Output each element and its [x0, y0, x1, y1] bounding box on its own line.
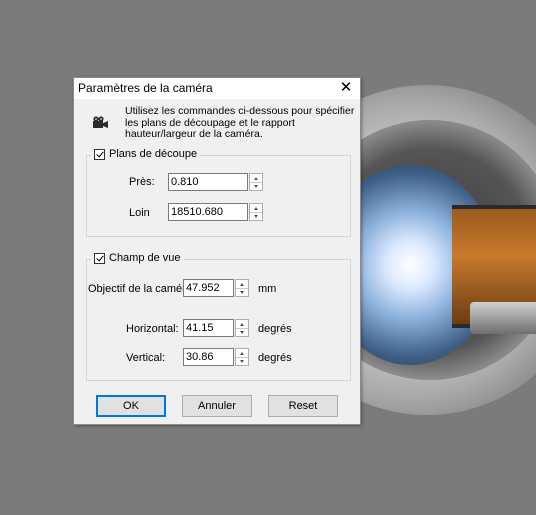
- close-icon[interactable]: ✕: [336, 78, 356, 98]
- arrow-down-icon: [254, 184, 258, 188]
- lens-input[interactable]: [184, 280, 233, 296]
- near-input[interactable]: [169, 174, 247, 190]
- vertical-spinner[interactable]: [235, 348, 249, 366]
- model-pipe: [470, 302, 536, 334]
- vertical-spin-down[interactable]: [236, 357, 248, 365]
- reset-button[interactable]: Reset: [268, 395, 338, 417]
- ok-button[interactable]: OK: [96, 395, 166, 417]
- horizontal-input[interactable]: [184, 320, 233, 336]
- horizontal-unit: degrés: [258, 323, 292, 335]
- arrow-up-icon: [240, 282, 244, 286]
- far-field[interactable]: [168, 203, 248, 221]
- vertical-input[interactable]: [184, 349, 233, 365]
- fov-group: Champ de vue Objectif de la caméra mm Ho…: [86, 252, 351, 381]
- arrow-down-icon: [240, 290, 244, 294]
- dialog-titlebar[interactable]: Paramètres de la caméra ✕: [74, 78, 360, 99]
- clipping-label: Plans de découpe: [109, 148, 198, 160]
- vertical-unit: degrés: [258, 352, 292, 364]
- far-spin-down[interactable]: [250, 212, 262, 220]
- lens-label: Objectif de la caméra: [88, 283, 192, 295]
- vertical-field[interactable]: [183, 348, 234, 366]
- near-spin-down[interactable]: [250, 182, 262, 190]
- clipping-group: Plans de découpe Près: Loin: [86, 148, 351, 237]
- lens-spin-down[interactable]: [236, 288, 248, 296]
- clipping-checkbox[interactable]: [94, 148, 105, 160]
- vertical-label: Vertical:: [126, 352, 166, 364]
- cancel-button[interactable]: Annuler: [182, 395, 252, 417]
- fov-label: Champ de vue: [109, 252, 181, 264]
- clipping-legend[interactable]: Plans de découpe: [91, 148, 201, 160]
- arrow-up-icon: [240, 351, 244, 355]
- lens-unit: mm: [258, 283, 277, 295]
- near-field[interactable]: [168, 173, 248, 191]
- near-spinner[interactable]: [249, 173, 263, 191]
- far-label: Loin: [129, 207, 150, 219]
- arrow-up-icon: [254, 206, 258, 210]
- far-input[interactable]: [169, 204, 247, 220]
- info-text: Utilisez les commandes ci-dessous pour s…: [125, 105, 355, 140]
- horizontal-spin-down[interactable]: [236, 328, 248, 336]
- horizontal-spinner[interactable]: [235, 319, 249, 337]
- far-spinner[interactable]: [249, 203, 263, 221]
- horizontal-label: Horizontal:: [126, 323, 179, 335]
- fov-legend[interactable]: Champ de vue: [91, 252, 184, 264]
- lens-spinner[interactable]: [235, 279, 249, 297]
- fov-checkbox[interactable]: [94, 252, 105, 264]
- arrow-up-icon: [240, 322, 244, 326]
- near-label: Près:: [129, 176, 155, 188]
- camera-icon: [93, 116, 108, 128]
- camera-settings-dialog: Paramètres de la caméra ✕ Utilisez les c…: [73, 77, 361, 425]
- arrow-down-icon: [240, 330, 244, 334]
- arrow-down-icon: [240, 359, 244, 363]
- horizontal-field[interactable]: [183, 319, 234, 337]
- dialog-title: Paramètres de la caméra: [78, 81, 213, 95]
- lens-field[interactable]: [183, 279, 234, 297]
- arrow-up-icon: [254, 176, 258, 180]
- arrow-down-icon: [254, 214, 258, 218]
